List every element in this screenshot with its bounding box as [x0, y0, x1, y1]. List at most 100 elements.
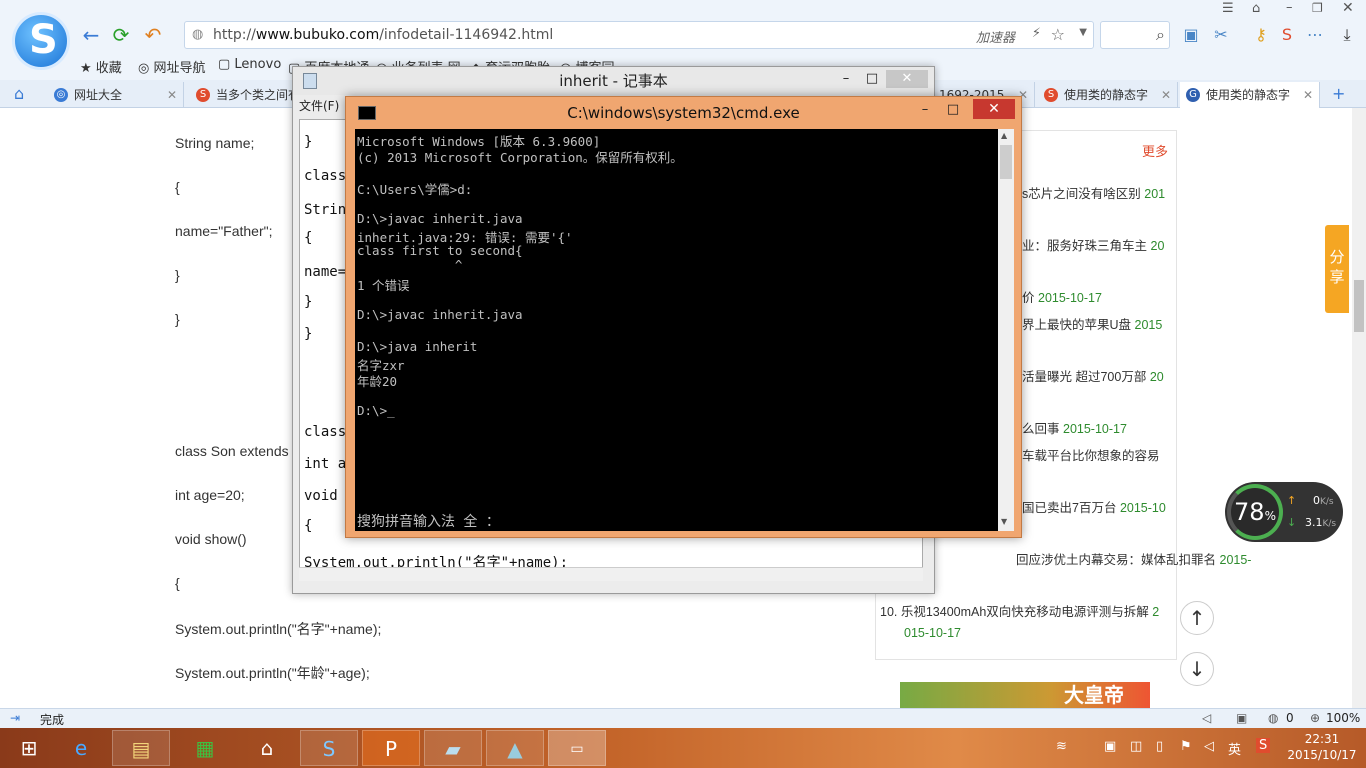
image-viewer-icon[interactable]: ▲ [486, 730, 544, 766]
minimize-icon[interactable]: – [913, 101, 937, 119]
side-item[interactable]: 价 2015-10-17 [1022, 287, 1102, 306]
volume-icon[interactable]: ◁ [1204, 739, 1214, 754]
scroll-bottom-button[interactable]: ↓ [1180, 652, 1214, 686]
code-line: } [175, 311, 180, 327]
notepad-line: { [304, 518, 313, 534]
cmd-window[interactable]: C:\windows\system32\cmd.exe – □ ✕ Micros… [345, 96, 1022, 538]
ie-icon[interactable]: e [52, 730, 110, 766]
notepad-hscrollbar[interactable] [299, 567, 923, 581]
zoom-icon[interactable]: ⊕ [1310, 711, 1320, 725]
search-box[interactable]: ⌕ [1100, 21, 1170, 49]
tab[interactable]: S 当多个类之间有 [190, 82, 300, 108]
ad-banner[interactable]: 大皇帝 [900, 682, 1150, 708]
accelerator-label[interactable]: 加速器 [976, 27, 1015, 46]
browser-logo[interactable]: S [12, 12, 70, 70]
side-item[interactable]: 车载平台比你想象的容易 [1022, 445, 1160, 464]
ime-status: 搜狗拼音输入法 全 ： [357, 514, 500, 530]
scissors-icon[interactable]: ✂ [1210, 24, 1232, 46]
zoom-level[interactable]: 100% [1326, 711, 1360, 725]
side-item[interactable]: 回应涉优土内幕交易：媒体乱扣罪名 2015- [1016, 549, 1251, 568]
battery-icon[interactable]: ▯ [1156, 739, 1163, 754]
network-speed-widget[interactable]: 78% ↑ 0K/s ↓ 3.1K/s [1225, 482, 1343, 542]
cmd-task-icon[interactable]: ▭ [548, 730, 606, 766]
scrollbar-thumb[interactable] [1354, 280, 1364, 332]
side-item-date[interactable]: 015-10-17 [904, 626, 961, 640]
tab-close-icon[interactable]: ✕ [1161, 82, 1171, 108]
restore-icon[interactable]: ❐ [1312, 1, 1323, 15]
console-line: (c) 2013 Microsoft Corporation。保留所有权利。 [357, 150, 683, 165]
bookmark-item[interactable]: ◎ 网址导航 [138, 57, 206, 76]
tab-close-icon[interactable]: ✕ [1303, 82, 1313, 108]
close-icon[interactable]: ✕ [1342, 0, 1354, 16]
refresh-icon[interactable]: ⟳ [110, 24, 132, 46]
ime-indicator[interactable]: 英 [1228, 739, 1241, 758]
flag-icon[interactable]: ⚑ [1180, 739, 1192, 754]
adblock-icon[interactable]: ◍ [1268, 711, 1278, 725]
scroll-down-icon[interactable]: ▼ [1001, 517, 1007, 526]
sidebar-toggle-icon[interactable]: ⇥ [10, 711, 20, 725]
skin-icon[interactable]: ⌂ [1252, 1, 1260, 16]
notepad-menu-file[interactable]: 文件(F) [299, 97, 339, 117]
scrollbar-thumb[interactable] [1000, 145, 1012, 179]
search-icon[interactable]: ⌕ [1156, 25, 1165, 45]
menu-icon[interactable]: ☰ [1222, 1, 1234, 16]
maximize-icon[interactable]: □ [941, 101, 965, 119]
share-button[interactable]: 分享 [1325, 225, 1349, 313]
sogou-icon[interactable]: S [1276, 24, 1298, 46]
chevron-down-icon[interactable]: ▼ [1079, 27, 1087, 38]
side-item[interactable]: 界上最快的苹果U盘 2015 [1022, 314, 1162, 333]
cmd-scrollbar[interactable]: ▲ ▼ [998, 129, 1014, 531]
tab[interactable]: ◎ 网址大全 ✕ [48, 82, 184, 108]
tab-active[interactable]: G 使用类的静态字 ✕ [1180, 82, 1320, 108]
status-text: 完成 [40, 713, 65, 727]
new-tab-icon[interactable]: + [1332, 84, 1345, 103]
bookmark-manager-icon[interactable]: ▣ [1180, 24, 1202, 46]
minimize-icon[interactable]: – [1286, 0, 1293, 15]
url-text[interactable]: http://www.bubuko.com/infodetail-1146942… [213, 27, 553, 43]
close-icon[interactable]: ✕ [973, 99, 1015, 119]
side-item[interactable]: 10. 乐视13400mAh双向快充移动电源评测与拆解 2 [880, 601, 1159, 620]
upload-speed: 0K/s [1313, 494, 1334, 507]
star-icon[interactable]: ☆ [1051, 25, 1065, 44]
more-link[interactable]: 更多 [1142, 141, 1168, 160]
bookmark-item[interactable]: ▢ Lenovo [218, 57, 281, 72]
console-line: ^ [357, 257, 463, 272]
more-icon[interactable]: ⋯ [1304, 24, 1326, 46]
screenshot-icon[interactable]: ▣ [1236, 711, 1247, 725]
cmd-console[interactable]: Microsoft Windows [版本 6.3.9600] (c) 2013… [355, 129, 998, 531]
back-icon[interactable]: ← [80, 24, 102, 46]
start-button[interactable]: ⊞ [0, 730, 58, 766]
wifi-icon[interactable]: ≋ [1056, 739, 1067, 754]
minimize-icon[interactable]: – [834, 70, 858, 88]
home-app-icon[interactable]: ⌂ [238, 730, 296, 766]
file-explorer-icon[interactable]: ▤ [112, 730, 170, 766]
side-item[interactable]: 业：服务好珠三角车主 20 [1022, 235, 1164, 254]
sogou-ime-icon[interactable]: S [1256, 738, 1271, 753]
store-icon[interactable]: ▦ [176, 730, 234, 766]
side-item[interactable]: s芯片之间没有啥区别 201 [1022, 183, 1165, 202]
side-item[interactable]: 么回事 2015-10-17 [1022, 418, 1127, 437]
tray-icon[interactable]: ◫ [1130, 739, 1142, 754]
clock[interactable]: 22:31 2015/10/17 [1284, 731, 1360, 763]
volume-icon[interactable]: ◁ [1202, 711, 1211, 725]
close-icon[interactable]: ✕ [886, 70, 928, 88]
address-bar[interactable]: ◍ http://www.bubuko.com/infodetail-11469… [184, 21, 1094, 49]
scroll-top-button[interactable]: ↑ [1180, 601, 1214, 635]
home-icon[interactable]: ⌂ [14, 84, 24, 103]
sogou-browser-icon[interactable]: S [300, 730, 358, 766]
maximize-icon[interactable]: □ [860, 70, 884, 88]
notepad-task-icon[interactable]: ▰ [424, 730, 482, 766]
bookmark-item[interactable]: ★ 收藏 [80, 57, 122, 76]
tab[interactable]: S 使用类的静态字 ✕ [1038, 82, 1178, 108]
download-icon[interactable]: ⤓ [1336, 24, 1358, 46]
undo-icon[interactable]: ↶ [142, 24, 164, 46]
tab-close-icon[interactable]: ✕ [167, 82, 177, 108]
side-item[interactable]: 活量曝光 超过700万部 20 [1022, 366, 1164, 385]
key-icon[interactable]: ⚷ [1250, 24, 1272, 46]
lightning-icon[interactable]: ⚡ [1032, 26, 1041, 41]
tray-icon[interactable]: ▣ [1104, 739, 1116, 754]
page-scrollbar[interactable] [1352, 108, 1366, 708]
scroll-up-icon[interactable]: ▲ [1001, 131, 1007, 140]
side-item[interactable]: 国已卖出7百万台 2015-10 [1022, 497, 1166, 516]
powerpoint-icon[interactable]: P [362, 730, 420, 766]
